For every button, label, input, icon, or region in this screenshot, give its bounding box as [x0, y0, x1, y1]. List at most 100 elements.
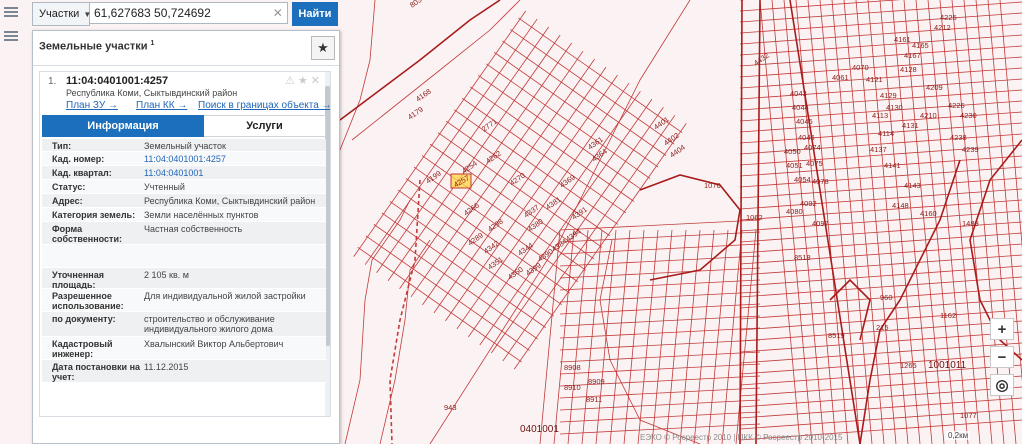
parcel-label: 4137: [870, 145, 887, 154]
layers-icon[interactable]: [4, 6, 18, 18]
parcel-label: 4051: [786, 161, 803, 170]
info-row: Тип: Земельный участок: [42, 139, 326, 152]
parcel-label: 960: [880, 293, 893, 302]
parcel-label: 4209: [926, 83, 943, 92]
parcel-label: 1076: [704, 181, 721, 190]
parcel-label: 4167: [904, 51, 921, 60]
parcel-label: 4061: [832, 73, 849, 82]
layer-select-label: Участки: [39, 8, 80, 20]
info-row-value: 11.12.2015: [144, 362, 189, 372]
parcel-label: 4080: [786, 207, 803, 216]
info-row: Статус: Учтенный: [42, 180, 326, 194]
info-row: Кад. номер: 11:04:0401001:4257: [42, 152, 326, 166]
parcel-label: 8911: [586, 395, 602, 404]
info-row: [42, 245, 326, 268]
parcel-label: 4226: [948, 101, 965, 110]
parcel-label: 4212: [934, 23, 951, 32]
info-row-value: Хвалынский Виктор Альбертович: [144, 339, 284, 349]
menu-icon[interactable]: [4, 30, 18, 42]
parcel-label: 4165: [912, 41, 929, 50]
parcel-label: 4078: [812, 177, 829, 186]
info-row: Уточненная площадь: 2 105 кв. м: [42, 268, 326, 290]
info-row: по документу: строительство и обслуживани…: [42, 312, 326, 337]
info-row-key: по документу:: [52, 314, 116, 324]
parcel-label: 4225: [940, 13, 957, 22]
result-count: 1: [150, 40, 155, 47]
parcel-label: 8908: [564, 363, 581, 372]
result-card: 1. 11:04:0401001:4257 Республика Коми, С…: [39, 71, 331, 417]
info-row: Кадастровый инженер: Хвалынский Виктор Ал…: [42, 337, 326, 360]
parcel-label: 4129: [880, 91, 897, 100]
result-address: Республика Коми, Сыктывдинский район: [66, 88, 238, 98]
parcel-label: 8910: [564, 383, 581, 392]
parcel-label: 4239: [962, 145, 979, 154]
parcel-label: 8519: [828, 331, 845, 340]
tab-information[interactable]: Информация: [42, 115, 204, 137]
parcel-label: 4070: [852, 63, 869, 72]
info-row: Адрес: Республика Коми, Сыктывдинский рай…: [42, 194, 326, 208]
parcel-label: 4074: [804, 143, 821, 152]
zoom-out-button[interactable]: −: [990, 346, 1014, 368]
info-row-value: Для индивидуальной жилой застройки: [144, 291, 306, 301]
info-row-key: Дата постановки на учет:: [52, 362, 141, 382]
info-row-value[interactable]: 11:04:0401001: [144, 168, 322, 178]
parcel-label: 4097: [812, 219, 829, 228]
result-tabs: Информация Услуги: [42, 115, 326, 137]
parcel-label: 4161: [894, 35, 911, 44]
search-input-value: 61,627683 50,724692: [94, 6, 211, 20]
map-attribution: ЕЭКО © Росреестр 2010 | ПКК © Росреестр …: [640, 433, 843, 442]
info-row: Категория земель: Земли населённых пункто…: [42, 208, 326, 222]
link-search-bounds[interactable]: Поиск в границах объекта →: [198, 100, 330, 111]
scale-bar: 0,2км: [946, 431, 971, 440]
locate-button[interactable]: ◎: [990, 374, 1014, 396]
warning-icon: ⚠ ★ ✕: [284, 75, 320, 87]
kvartal-label: 0401001: [520, 424, 559, 435]
parcel-label: 4130: [886, 103, 903, 112]
info-row: Дата постановки на учет: 11.12.2015: [42, 360, 326, 383]
info-row-value: Земельный участок: [144, 141, 226, 151]
layer-select[interactable]: Участки ▼: [32, 2, 91, 26]
info-row-value: Республика Коми, Сыктывдинский район: [144, 196, 316, 206]
link-plan-zu[interactable]: План ЗУ →: [66, 100, 118, 111]
zoom-in-button[interactable]: +: [990, 318, 1014, 340]
parcel-label: 4092: [800, 199, 817, 208]
info-row-value: строительство и обслуживание индивидуаль…: [144, 314, 275, 334]
info-row: Кад. квартал: 11:04:0401001: [42, 166, 326, 180]
info-row-key: Кадастровый инженер:: [52, 339, 113, 359]
info-row-key: Категория земель:: [52, 210, 136, 220]
parcel-label: 215: [876, 323, 889, 332]
info-row-key: Разрешенное использование:: [52, 291, 124, 311]
info-row-key: Уточненная площадь:: [52, 270, 104, 290]
info-row-value[interactable]: 11:04:0401001:4257: [144, 154, 322, 164]
parcel-label: 4131: [902, 121, 919, 130]
close-icon[interactable]: ✕: [273, 6, 283, 20]
info-row-value: Учтенный: [144, 182, 185, 192]
parcel-label: 4050: [784, 147, 801, 156]
parcel-label: 1265: [900, 361, 917, 370]
info-table: Тип: Земельный участок Кад. номер: 11:04:04…: [42, 139, 326, 383]
result-index: 1.: [48, 76, 57, 87]
parcel-label: 4044: [792, 103, 809, 112]
link-plan-kk[interactable]: План КК →: [136, 100, 187, 111]
parcel-label: 4054: [794, 175, 811, 184]
parcel-label: 4148: [892, 201, 909, 210]
info-row-key: Статус:: [52, 182, 86, 192]
parcel-label: 1062: [746, 213, 763, 222]
info-row-key: Тип:: [52, 141, 72, 151]
star-icon[interactable]: ★: [311, 36, 335, 60]
parcel-label: 4121: [866, 75, 883, 84]
info-row-key: Кад. квартал:: [52, 168, 112, 178]
map-controls: + − ◎: [990, 318, 1014, 402]
parcel-label: 4238: [950, 133, 967, 142]
panel-title: Земельные участки 1: [39, 40, 155, 53]
search-input[interactable]: 61,627683 50,724692 ✕: [90, 2, 288, 24]
info-row-key: Форма собственности:: [52, 224, 122, 244]
search-button[interactable]: Найти: [291, 2, 338, 26]
info-row-key: Кад. номер:: [52, 154, 105, 164]
results-panel: Земельные участки 1 ★ 1. 11:04:0401001:4…: [32, 30, 340, 444]
tab-services[interactable]: Услуги: [204, 115, 326, 137]
info-row-value: 2 105 кв. м: [144, 270, 189, 280]
result-cadastral-number[interactable]: 11:04:0401001:4257: [66, 75, 168, 87]
parcel-label: 1489: [962, 219, 979, 228]
parcel-label: 4230: [960, 111, 977, 120]
